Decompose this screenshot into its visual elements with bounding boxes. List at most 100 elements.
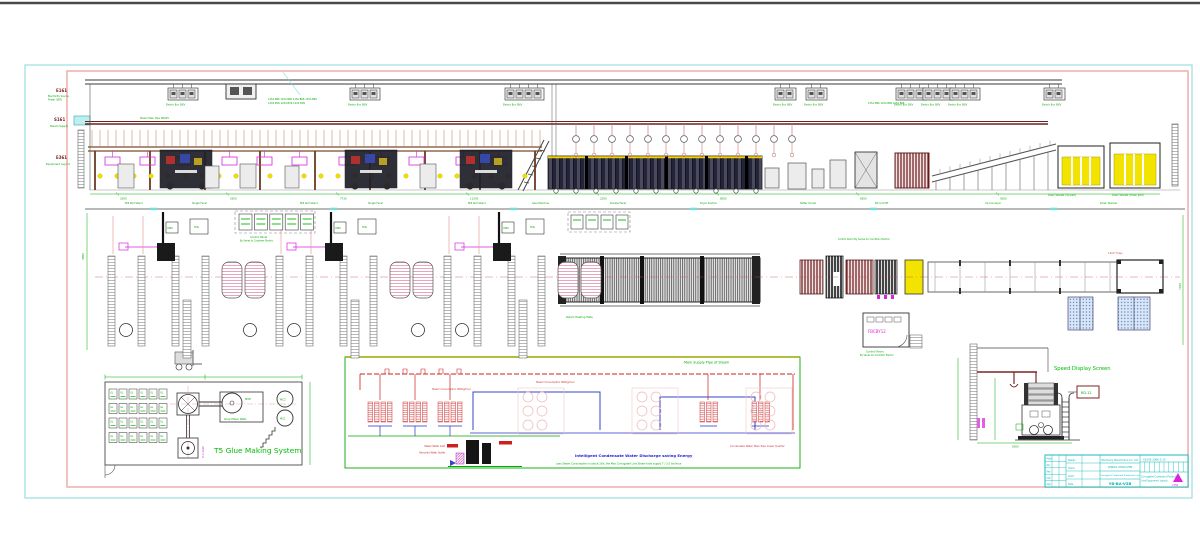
drawing-shape <box>637 392 647 402</box>
drawing-shape <box>444 256 451 346</box>
drawing-shape <box>1057 92 1061 95</box>
pallet-group-2 <box>1118 297 1150 330</box>
machine-small <box>118 164 134 188</box>
drawing-shape <box>340 256 347 346</box>
plan-right-dim-text: 7250 <box>1178 283 1182 290</box>
drawing-shape <box>360 170 382 173</box>
tb-drawing-no: YB-BA-V5B <box>1108 481 1132 486</box>
drawing-shape <box>181 92 185 95</box>
drawing-shape <box>120 324 133 337</box>
drawing-shape <box>1009 260 1011 266</box>
hanging-electric-box: Electric Box 380V <box>166 84 198 107</box>
heating-coil-bank <box>438 374 462 436</box>
stacker-label-1: Down Stacker (Up part) <box>1048 194 1076 197</box>
drawing-shape <box>175 170 197 173</box>
magenta-tick <box>891 295 894 299</box>
equip-code: E361 <box>56 155 67 160</box>
tb-desc-1: Corrugated Cardboard Production <box>1141 476 1180 479</box>
drawing-shape <box>616 215 628 229</box>
power-label-2: Power 380V <box>48 99 63 102</box>
bridge-stair <box>518 140 549 191</box>
drawing-shape <box>306 256 313 346</box>
up-stacker-2 <box>1110 143 1160 188</box>
drawing-shape <box>581 262 601 298</box>
tb-date: A2256 2006-2-15 <box>1143 457 1166 461</box>
drawing-shape <box>413 262 433 298</box>
drawing-shape <box>508 256 515 346</box>
drawing-shape <box>523 392 533 402</box>
drawing-shape <box>140 157 155 165</box>
drawing-shape <box>699 136 706 143</box>
spare-box <box>616 215 628 229</box>
drawing-shape <box>412 324 425 337</box>
machine-small <box>240 164 256 188</box>
drawing-shape <box>358 219 376 234</box>
drawing-shape <box>194 158 202 165</box>
wall-column-side <box>970 344 977 440</box>
drawing-shape <box>537 420 547 430</box>
tb-model: WJ200-2500-V5B <box>1108 465 1132 469</box>
drawing-shape <box>1059 288 1061 294</box>
drawing-shape <box>119 243 128 250</box>
drawing-shape <box>372 92 376 95</box>
hanging-electric-box: Electric Box 380V <box>773 84 796 107</box>
drawing-shape <box>416 402 421 422</box>
steam-note: Steam Main Pipe DN125 <box>140 117 169 120</box>
drawing-shape <box>819 92 823 95</box>
steam-code: S161 <box>54 117 65 122</box>
drawing-shape <box>753 136 760 143</box>
expansion-loop <box>457 369 461 374</box>
mixer-label: MX8 <box>245 397 251 401</box>
machine-small <box>285 166 299 188</box>
yellow-marker <box>336 174 340 178</box>
electric-box-label: Electric Box 380V <box>921 104 941 107</box>
drawing-shape <box>494 158 502 165</box>
drawing-shape <box>466 156 475 164</box>
tank2-label: MC1 <box>280 417 286 421</box>
drawing-shape <box>456 324 469 337</box>
fan-label: FAN <box>194 226 199 229</box>
drawing-shape <box>681 136 688 143</box>
glue-tank-cell: GL <box>129 404 137 414</box>
slitter-machine <box>855 152 877 188</box>
consumption-right: Steam Consumption 800kg/hour <box>536 381 575 384</box>
drawing-shape <box>700 402 705 422</box>
drawing-shape <box>379 158 387 165</box>
machine-small <box>788 163 806 189</box>
glue-tank-cell: GL <box>149 433 157 443</box>
dim-text: 11250 <box>470 197 479 201</box>
drawing-shape <box>936 92 940 95</box>
dim-text: 7730 <box>340 197 347 201</box>
drawing-shape <box>292 157 307 165</box>
wall-column-left <box>78 130 84 188</box>
mrs-label: MRS <box>504 227 510 230</box>
dryer-wheel <box>734 189 738 193</box>
electric-box-label: Electric Box 380V <box>804 104 824 107</box>
hanging-electric-box: Electric Box 380V <box>1042 84 1065 107</box>
glue-pan <box>140 151 155 165</box>
control-room-label: Control Room <box>866 350 884 354</box>
drawing-shape <box>963 92 967 95</box>
side-dim-text: 5000 <box>1012 445 1019 449</box>
drawing-shape <box>637 420 647 430</box>
drawing-shape <box>601 215 613 229</box>
stacker-label-2: Down Stacker (Down part) <box>1112 194 1144 197</box>
glue-tank-cell: GL <box>129 433 137 443</box>
drawing-shape <box>932 144 1056 176</box>
drawing-shape <box>523 406 533 416</box>
drawing-shape <box>627 136 634 143</box>
drawing-shape <box>591 136 598 143</box>
drawing-shape <box>558 262 578 298</box>
tb-desc-2: Line Equipment Layout <box>1141 480 1168 483</box>
drawing-shape <box>172 92 176 95</box>
drawing-shape <box>445 402 450 422</box>
plan-roll-stand-unit: MRSFAN <box>412 212 602 358</box>
section-name: Single Facer <box>192 201 208 205</box>
drawing-shape <box>788 92 792 95</box>
drawing-shape <box>772 153 776 157</box>
drawing-shape <box>351 300 359 358</box>
steam-label: Steam Supply <box>50 124 69 128</box>
water-outlet-label: Recycled Water Outlet <box>419 452 445 455</box>
tb-mid-row: Date <box>1068 483 1074 486</box>
mrs-label: MRS <box>168 227 174 230</box>
